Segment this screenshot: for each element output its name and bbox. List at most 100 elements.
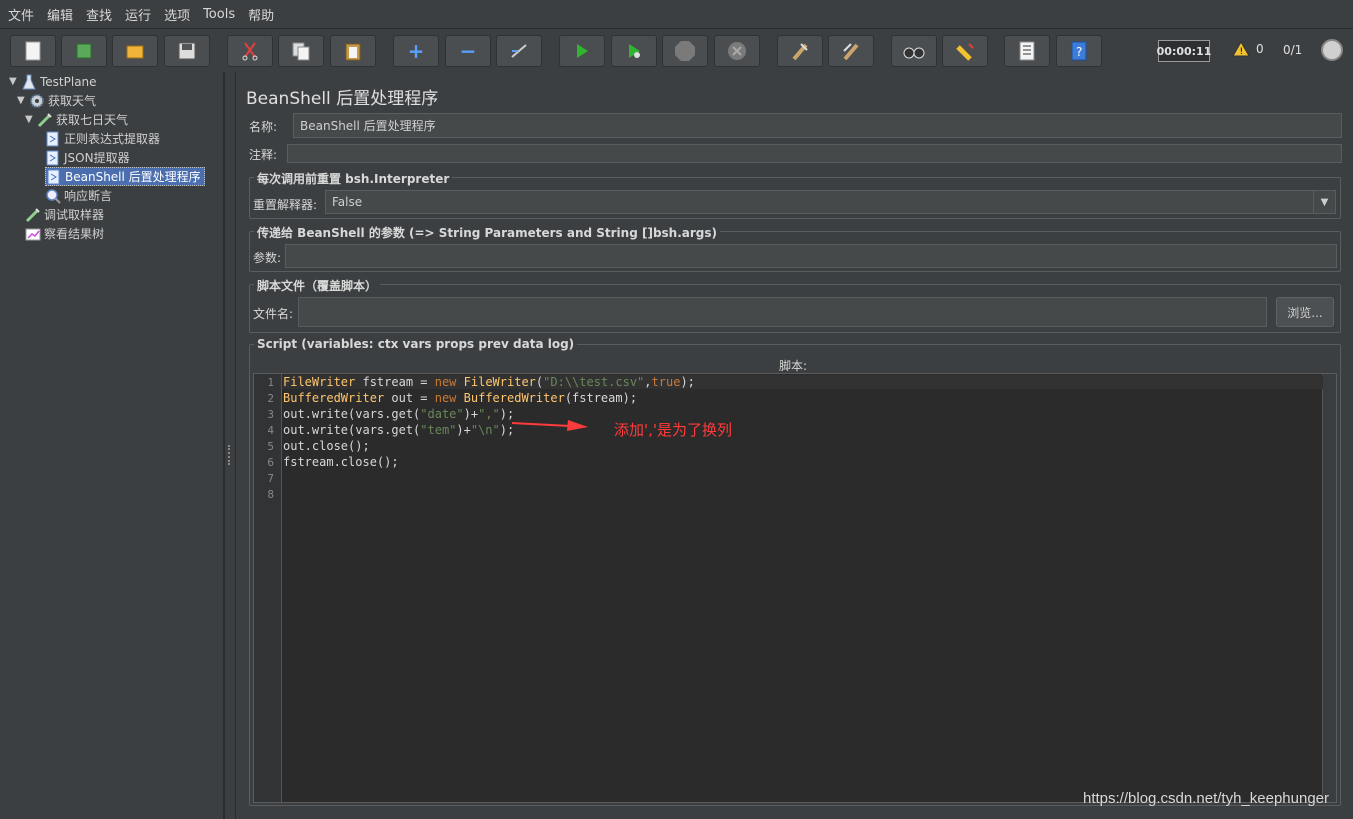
split-pane-divider[interactable] xyxy=(224,72,236,819)
filename-field[interactable] xyxy=(298,297,1267,327)
menu-run[interactable]: 运行 xyxy=(125,5,151,24)
save-button[interactable] xyxy=(164,35,210,67)
name-label: 名称: xyxy=(249,120,278,134)
pipette-icon xyxy=(37,112,53,128)
code-line: out.write(vars.get("tem")+"\n"); xyxy=(283,423,515,437)
annotation-arrow-icon xyxy=(512,420,588,431)
expand-button[interactable]: + xyxy=(393,35,439,67)
reset-value: False xyxy=(332,195,363,209)
collapse-button[interactable]: − xyxy=(445,35,491,67)
start-no-pause-button[interactable] xyxy=(611,35,657,67)
tree-node[interactable]: 响应断言 xyxy=(45,186,112,205)
remote-globe-icon[interactable] xyxy=(1321,39,1343,61)
function-helper-icon xyxy=(1019,41,1035,61)
menu-options[interactable]: 选项 xyxy=(164,5,190,24)
filename-label: 文件名: xyxy=(253,307,294,321)
flask-icon xyxy=(21,74,37,90)
clear-all-icon xyxy=(843,43,859,61)
tree-node[interactable]: JSON提取器 xyxy=(45,148,130,167)
tree-node[interactable]: ▼ 获取天气 xyxy=(17,91,96,110)
pipette-icon xyxy=(25,207,41,223)
tree-node-label: 响应断言 xyxy=(64,189,113,203)
line-number: 7 xyxy=(267,472,274,485)
search-button[interactable] xyxy=(891,35,937,67)
gear-icon xyxy=(29,93,45,109)
templates-button[interactable] xyxy=(61,35,107,67)
script-editor[interactable]: 1 2 3 4 5 6 7 8 FileWriter fstream = new FileWr… xyxy=(253,373,1337,803)
svg-text:!: ! xyxy=(1240,47,1244,57)
shutdown-icon xyxy=(728,42,746,60)
menu-search[interactable]: 查找 xyxy=(86,5,112,24)
tree-node[interactable]: ▼ 获取七日天气 xyxy=(25,110,128,129)
start-icon xyxy=(577,44,588,58)
templates-icon xyxy=(76,43,92,59)
stop-button[interactable] xyxy=(662,35,708,67)
function-helper-button[interactable] xyxy=(1004,35,1050,67)
start-button[interactable] xyxy=(559,35,605,67)
expand-icon: + xyxy=(407,39,425,63)
parameters-label: 参数: xyxy=(253,251,282,265)
tree-node[interactable]: BeanShell 后置处理程序 xyxy=(45,167,205,186)
line-number: 5 xyxy=(267,440,274,453)
line-number: 4 xyxy=(267,424,274,437)
comment-field[interactable] xyxy=(287,144,1342,163)
warning-count: 0 xyxy=(1256,42,1264,56)
comment-label: 注释: xyxy=(249,148,278,162)
collapse-icon: − xyxy=(459,39,477,63)
copy-button[interactable] xyxy=(278,35,324,67)
menu-edit[interactable]: 编辑 xyxy=(47,5,73,24)
reset-legend: 每次调用前重置 bsh.Interpreter xyxy=(254,170,453,187)
copy-icon xyxy=(292,42,310,61)
toggle-button[interactable] xyxy=(496,35,542,67)
code-line: BufferedWriter out = new BufferedWriter(… xyxy=(283,391,638,405)
reset-interpreter-select[interactable]: False ▼ xyxy=(325,190,1336,214)
clear-button[interactable] xyxy=(777,35,823,67)
menu-help[interactable]: 帮助 xyxy=(248,5,274,24)
line-number: 2 xyxy=(267,392,274,405)
tree-node-label: JSON提取器 xyxy=(64,151,130,165)
toggle-icon xyxy=(511,44,527,58)
svg-text:?: ? xyxy=(1076,45,1082,59)
tree-node[interactable]: 调试取样器 xyxy=(25,205,104,224)
line-number-gutter: 1 2 3 4 5 6 7 8 xyxy=(254,374,282,802)
graph-icon xyxy=(25,226,41,242)
menu-bar: 文件 编辑 查找 运行 选项 Tools 帮助 xyxy=(0,0,1353,28)
clear-all-button[interactable] xyxy=(828,35,874,67)
elapsed-timer: 00:00:11 xyxy=(1157,40,1211,62)
tree-node[interactable]: 察看结果树 xyxy=(25,224,104,243)
paste-button[interactable] xyxy=(330,35,376,67)
expand-arrow-icon[interactable]: ▼ xyxy=(25,114,37,125)
open-button[interactable] xyxy=(112,35,158,67)
magnifier-icon xyxy=(45,188,61,204)
name-field[interactable]: BeanShell 后置处理程序 xyxy=(293,113,1342,138)
expand-arrow-icon[interactable]: ▼ xyxy=(17,95,29,106)
new-button[interactable] xyxy=(10,35,56,67)
line-number: 1 xyxy=(267,376,274,389)
code-line: fstream.close(); xyxy=(283,455,399,469)
reset-search-button[interactable] xyxy=(942,35,988,67)
warning-indicator[interactable]: ! 0 xyxy=(1232,41,1264,57)
menu-tools[interactable]: Tools xyxy=(203,7,235,22)
help-button[interactable]: ? xyxy=(1056,35,1102,67)
tree-node[interactable]: ▼ TestPlane xyxy=(9,72,97,91)
paste-icon xyxy=(345,43,361,61)
script-legend: Script (variables: ctx vars props prev d… xyxy=(254,337,578,351)
reset-label: 重置解释器: xyxy=(253,198,318,212)
page-title: BeanShell 后置处理程序 xyxy=(246,89,439,109)
cut-button[interactable] xyxy=(227,35,273,67)
menu-file[interactable]: 文件 xyxy=(8,5,34,24)
warning-icon: ! xyxy=(1232,41,1250,57)
editor-scrollbar[interactable] xyxy=(1322,374,1336,802)
grip-icon xyxy=(228,445,233,465)
parameters-field[interactable] xyxy=(285,244,1337,268)
tree-node-label: 获取天气 xyxy=(48,94,97,108)
open-icon xyxy=(126,45,144,59)
tree-node[interactable]: 正则表达式提取器 xyxy=(45,129,160,148)
clear-icon xyxy=(792,43,808,61)
chevron-down-icon: ▼ xyxy=(1313,191,1335,213)
shutdown-button[interactable] xyxy=(714,35,760,67)
document-icon xyxy=(46,169,62,185)
browse-button[interactable]: 浏览... xyxy=(1276,297,1334,327)
expand-arrow-icon[interactable]: ▼ xyxy=(9,76,21,87)
test-plan-tree: ▼ TestPlane ▼ 获取天气 ▼ 获取七日天气 正则表达式提取器 JSON提取器 Bea… xyxy=(5,72,224,819)
